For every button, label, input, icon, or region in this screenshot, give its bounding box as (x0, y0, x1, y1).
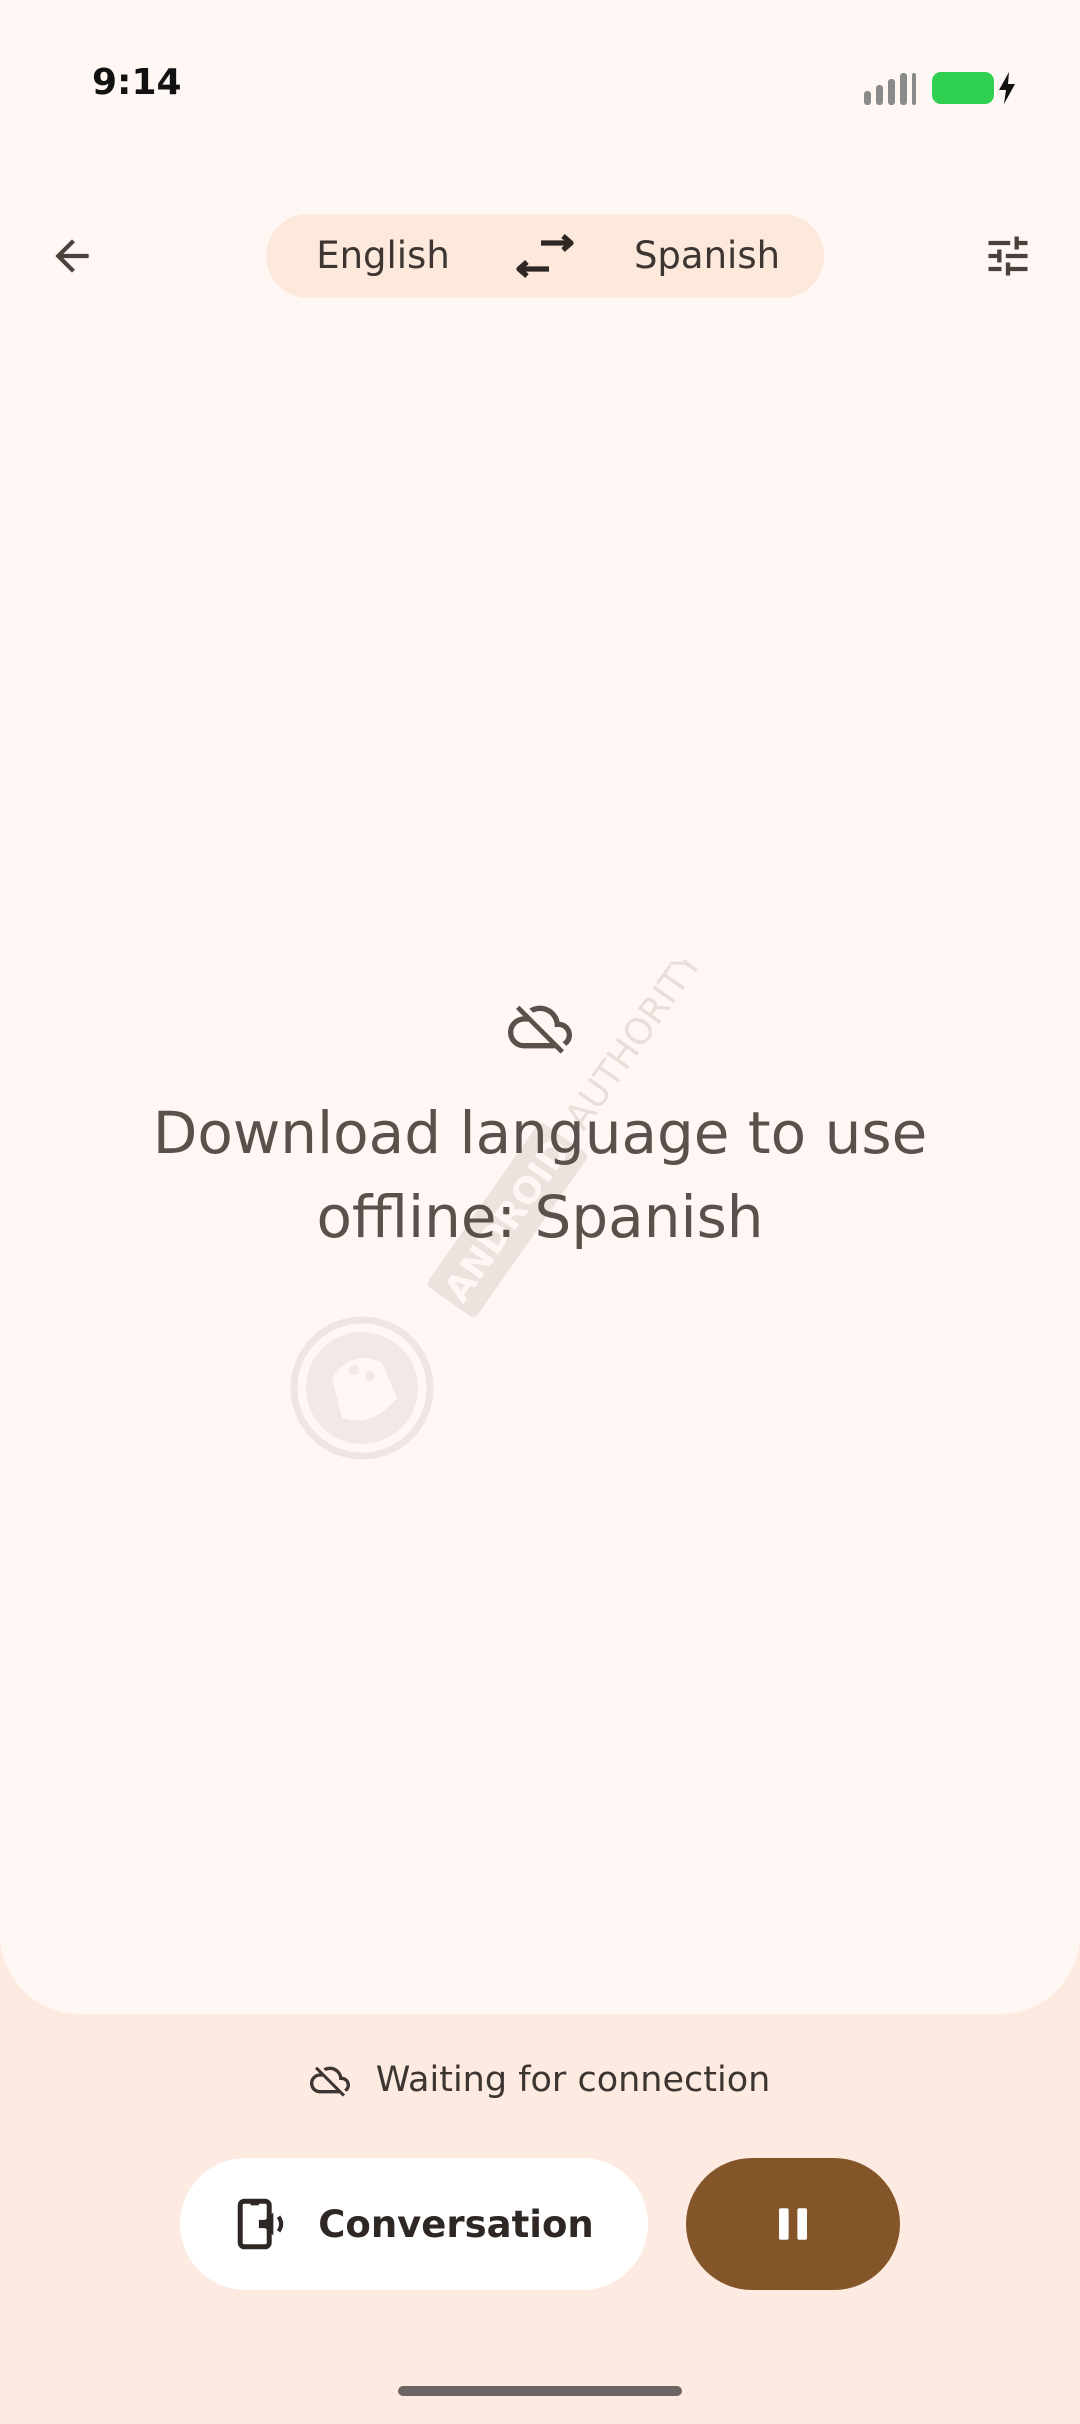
language-selector: English Spanish (266, 214, 824, 298)
settings-button[interactable] (966, 214, 1050, 298)
conversation-label: Conversation (318, 2202, 594, 2246)
bottom-controls: Conversation (0, 2158, 1080, 2290)
conversation-button[interactable]: Conversation (180, 2158, 648, 2290)
cloud-off-icon (309, 2066, 350, 2097)
connection-status-text: Waiting for connection (375, 2060, 771, 2100)
target-language-button[interactable]: Spanish (590, 214, 824, 298)
pause-icon (779, 2208, 807, 2240)
back-arrow-icon (55, 239, 89, 273)
back-button[interactable] (30, 214, 114, 298)
connection-status: Waiting for connection (0, 2050, 1080, 2110)
charging-bolt-icon (999, 72, 1015, 104)
speaker-phone-icon (237, 2198, 284, 2250)
swap-languages-button[interactable] (500, 214, 590, 298)
tune-sliders-icon (988, 236, 1028, 276)
cloud-off-icon (508, 1005, 572, 1054)
status-bar: 9:14 (0, 0, 1080, 170)
download-language-message: Download language to use offline: Spanis… (152, 1099, 928, 1251)
status-icons (864, 68, 1015, 108)
top-bar: English Spanish (0, 200, 1080, 310)
signal-icon (864, 71, 916, 105)
source-language-button[interactable]: English (266, 214, 500, 298)
pause-button[interactable] (686, 2158, 900, 2290)
offline-download-prompt: Download language to use offline: Spanis… (0, 995, 1080, 1259)
home-indicator[interactable] (398, 2386, 682, 2396)
swap-arrows-icon (516, 234, 574, 278)
status-time: 9:14 (92, 62, 182, 103)
battery-icon (932, 72, 1015, 104)
